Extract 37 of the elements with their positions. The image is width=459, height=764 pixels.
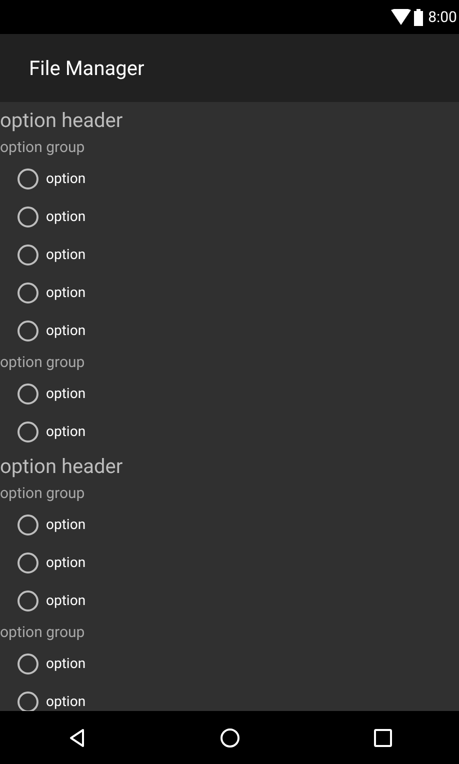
option-label: option <box>46 518 86 532</box>
radio-button[interactable] <box>17 514 39 536</box>
radio-button[interactable] <box>17 590 39 612</box>
option-label: option <box>46 248 86 262</box>
option-label: option <box>46 210 86 224</box>
radio-button[interactable] <box>17 282 39 304</box>
option-label: option <box>46 594 86 608</box>
option-group-label: option group <box>0 140 85 155</box>
back-icon <box>68 728 84 748</box>
radio-button[interactable] <box>17 320 39 342</box>
battery-icon <box>414 8 424 26</box>
radio-button[interactable] <box>17 653 39 675</box>
option-label: option <box>46 286 86 300</box>
radio-button[interactable] <box>17 383 39 405</box>
radio-button[interactable] <box>17 168 39 190</box>
radio-button[interactable] <box>17 552 39 574</box>
radio-button[interactable] <box>17 244 39 266</box>
option-header: option header <box>0 110 123 130</box>
status-time: 8:00 <box>428 6 457 28</box>
option-label: option <box>46 172 86 186</box>
radio-button[interactable] <box>17 691 39 711</box>
recents-icon <box>374 728 392 746</box>
option-label: option <box>46 425 86 439</box>
option-group-label: option group <box>0 625 85 640</box>
radio-button[interactable] <box>17 206 39 228</box>
app-title: File Manager <box>29 55 144 82</box>
wifi-icon <box>391 9 412 25</box>
option-group-label: option group <box>0 355 85 370</box>
option-label: option <box>46 324 86 338</box>
option-label: option <box>46 695 86 709</box>
option-header: option header <box>0 456 123 476</box>
option-label: option <box>46 387 86 401</box>
home-icon <box>220 728 240 748</box>
option-group-label: option group <box>0 486 85 501</box>
radio-button[interactable] <box>17 421 39 443</box>
option-label: option <box>46 657 86 671</box>
option-label: option <box>46 556 86 570</box>
